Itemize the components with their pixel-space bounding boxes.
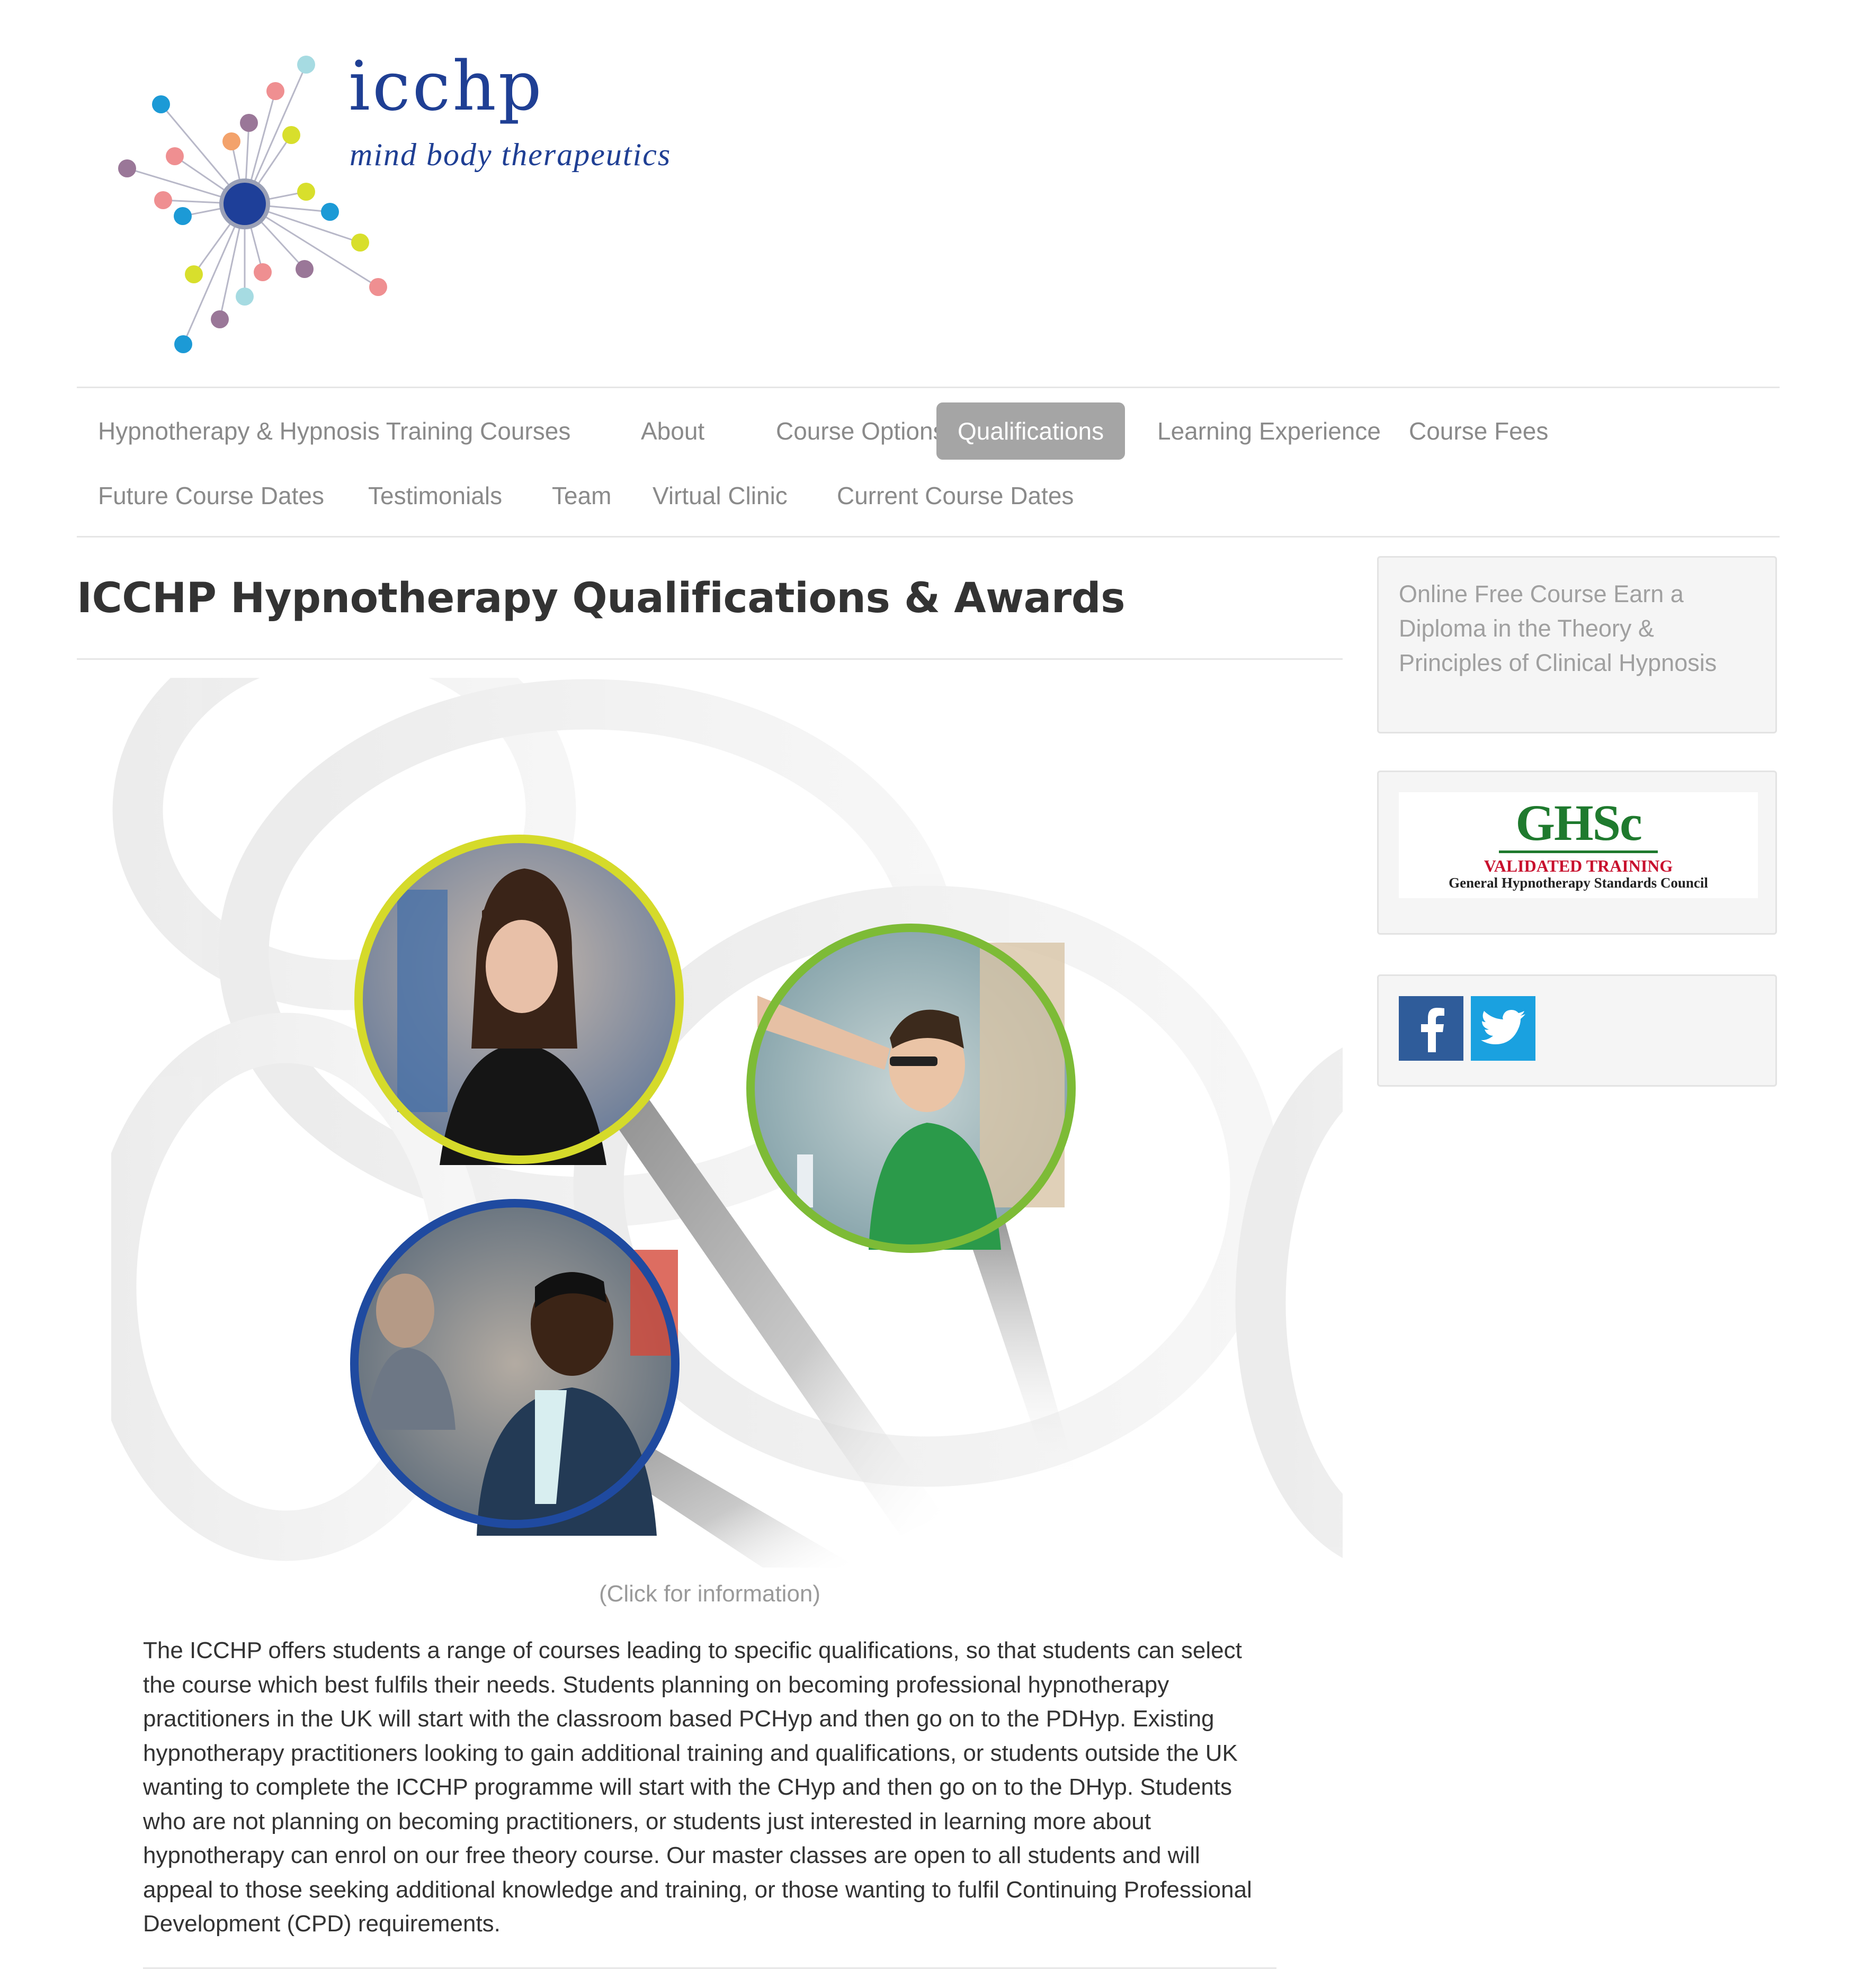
nav-item-team[interactable]: Team: [531, 467, 632, 524]
free-course-link[interactable]: Online Free Course Earn a Diploma in the…: [1399, 577, 1759, 680]
nav-item-virtual-clinic[interactable]: Virtual Clinic: [631, 467, 809, 524]
nav-item-learning-experience[interactable]: Learning Experience: [1136, 402, 1402, 460]
qualifications-graphic[interactable]: [111, 678, 1343, 1568]
main-nav: Hypnotherapy & Hypnosis Training Courses…: [77, 389, 1780, 538]
photo-ring-man-green-shirt[interactable]: [746, 924, 1076, 1253]
twitter-icon[interactable]: [1471, 996, 1535, 1061]
page-title: ICCHP Hypnotherapy Qualifications & Awar…: [77, 575, 1125, 622]
nav-top-divider: [77, 387, 1780, 388]
ghsc-logo-text: GHSc: [1515, 794, 1642, 851]
photo-ring-woman[interactable]: [354, 835, 684, 1165]
hero-illustration: [111, 678, 1343, 1568]
nav-item-current-course-dates[interactable]: Current Course Dates: [816, 467, 1095, 524]
ghsc-widget: GHSc VALIDATED TRAINING General Hypnothe…: [1377, 771, 1777, 935]
ghsc-validated-text: VALIDATED TRAINING: [1484, 856, 1673, 875]
nav-item-course-fees[interactable]: Course Fees: [1388, 402, 1569, 460]
logo-title: icchp: [349, 47, 544, 126]
logo-subtitle: mind body therapeutics: [350, 137, 672, 172]
nav-item-course-options[interactable]: Course Options: [755, 402, 967, 460]
hero-caption: (Click for information): [599, 1581, 821, 1607]
nav-item-about[interactable]: About: [620, 402, 726, 460]
social-widget: [1377, 974, 1777, 1087]
free-course-widget: Online Free Course Earn a Diploma in the…: [1377, 556, 1777, 733]
title-divider: [77, 658, 1343, 660]
nav-bottom-divider: [77, 536, 1780, 538]
nav-item-training-courses[interactable]: Hypnotherapy & Hypnosis Training Courses: [77, 402, 592, 460]
ghsc-badge[interactable]: GHSc VALIDATED TRAINING General Hypnothe…: [1399, 792, 1758, 898]
intro-paragraph: The ICCHP offers students a range of cou…: [143, 1637, 1252, 1937]
nav-item-testimonials[interactable]: Testimonials: [347, 467, 523, 524]
nav-item-qualifications[interactable]: Qualifications: [936, 402, 1125, 460]
facebook-icon[interactable]: [1399, 996, 1463, 1061]
body-divider: [143, 1967, 1276, 1969]
nav-item-future-course-dates[interactable]: Future Course Dates: [77, 467, 345, 524]
ghsc-council-text: General Hypnotherapy Standards Council: [1449, 874, 1708, 891]
site-logo[interactable]: icchp mind body therapeutics: [106, 48, 699, 365]
